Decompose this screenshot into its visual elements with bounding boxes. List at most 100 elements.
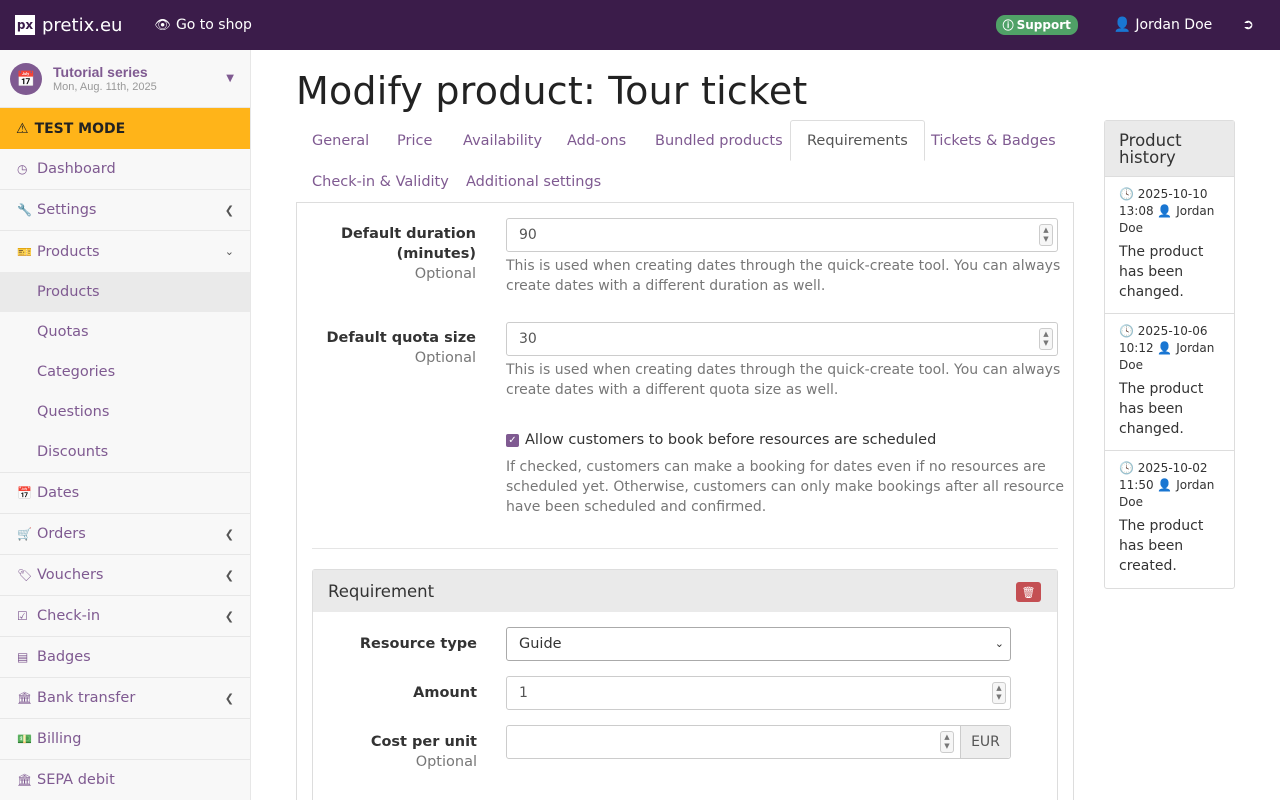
money-icon: 💵 [17,732,32,746]
warning-icon: ⚠ [16,120,29,137]
optional-label: Optional [414,266,476,282]
sidebar-item-label: Settings [37,202,97,218]
requirements-panel: Default duration (minutes) Optional 90 ▲… [296,202,1074,800]
event-date: Mon, Aug. 11th, 2025 [53,81,157,93]
trash-icon: 🗑 [1021,585,1036,599]
tab-price[interactable]: Price [381,120,448,161]
go-to-shop-link[interactable]: 👁 Go to shop [154,17,252,33]
page-title: Modify product: Tour ticket [296,69,808,113]
product-history-title: Product history [1105,121,1234,177]
sidebar-item-sepa[interactable]: 🏛 SEPA debit [0,760,250,800]
sidebar-subitem-quotas[interactable]: Quotas [0,312,250,352]
quota-label: Default quota size Optional [312,328,476,368]
chevron-left-icon: ❮ [224,527,234,541]
sidebar-subitem-questions[interactable]: Questions [0,392,250,432]
logout-icon[interactable]: ➲ [1242,17,1254,33]
sidebar-item-label: Badges [37,649,91,665]
ticket-icon: 🎫 [17,244,32,259]
chevron-left-icon: ❮ [224,203,234,217]
chevron-down-icon: ⌄ [994,637,1004,650]
product-history-panel: Product history 🕓 2025-10-10 13:08 👤 Jor… [1104,120,1235,589]
tab-general[interactable]: General [296,120,385,161]
sidebar-item-label: Bank transfer [37,690,136,706]
cart-icon: 🛒 [17,527,32,541]
sidebar-item-label: Vouchers [37,567,104,583]
test-mode-label: TEST MODE [34,120,126,137]
sidebar-subitem-categories[interactable]: Categories [0,352,250,392]
sidebar-item-dashboard[interactable]: ◷ Dashboard [0,149,250,190]
history-text: The product has been changed. [1119,244,1204,300]
brand-name: pretix.eu [42,14,123,36]
sidebar-item-orders[interactable]: 🛒 Orders ❮ [0,514,250,555]
sidebar-item-products[interactable]: 🎫 Products ⌄ [0,231,250,272]
id-card-icon: ▤ [17,650,29,664]
history-text: The product has been changed. [1119,381,1204,437]
tab-availability[interactable]: Availability [447,120,558,161]
user-icon: 👤 [1157,478,1173,492]
requirement-box: Requirement 🗑 Resource type Guide ⌄ Amou… [312,569,1058,800]
chevron-left-icon: ❮ [224,568,234,582]
duration-help: This is used when creating dates through… [506,258,1061,294]
number-spinner-icon[interactable]: ▲ ▼ [1039,328,1053,350]
tab-checkin-validity[interactable]: Check-in & Validity [296,161,465,202]
caret-down-icon: ▼ [226,73,234,84]
checkbox-checked-icon[interactable]: ✓ [506,433,519,447]
clock-icon: 🕓 [1119,324,1134,338]
currency-addon: EUR [960,726,1010,758]
sidebar-item-billing[interactable]: 💵 Billing [0,719,250,760]
sidebar-item-label: Orders [37,526,86,542]
number-spinner-icon[interactable]: ▲ ▼ [940,731,954,753]
number-spinner-icon[interactable]: ▲ ▼ [1039,224,1053,246]
tab-requirements[interactable]: Requirements [790,120,925,161]
sidebar: 📅 Tutorial series Mon, Aug. 11th, 2025 ▼… [0,50,251,800]
user-name: Jordan Doe [1135,17,1213,33]
sidebar-item-vouchers[interactable]: 🏷 Vouchers ❮ [0,555,250,596]
tab-additional-settings[interactable]: Additional settings [450,161,617,202]
eye-icon: 👁 [154,17,171,33]
test-mode-banner[interactable]: ⚠ TEST MODE [0,108,250,149]
quota-input[interactable]: 30 ▲ ▼ [506,322,1058,356]
amount-input[interactable]: 1 ▲ ▼ [506,676,1011,710]
event-selector[interactable]: 📅 Tutorial series Mon, Aug. 11th, 2025 ▼ [0,50,250,108]
resource-type-label: Resource type [359,636,477,652]
sidebar-item-label: Check-in [37,608,101,624]
support-label: Support [1016,18,1071,32]
sidebar-item-checkin[interactable]: ☑ Check-in ❮ [0,596,250,637]
user-icon: 👤 [1113,17,1132,33]
check-square-icon: ☑ [17,609,28,623]
cost-per-unit-input[interactable]: ▲ ▼ EUR [506,725,1011,759]
history-entry: 🕓 2025-10-10 13:08 👤 Jordan Doe The prod… [1105,177,1234,314]
allow-booking-checkbox-row[interactable]: ✓ Allow customers to book before resourc… [506,432,936,448]
tab-tickets-badges[interactable]: Tickets & Badges [915,120,1072,161]
sidebar-item-label: SEPA debit [37,772,115,788]
calendar-icon: 📅 [17,486,32,500]
pretix-logo-icon: px [15,15,35,35]
top-navbar: px pretix.eu 👁 Go to shop ⓘ Support 👤 Jo… [0,0,1280,50]
sidebar-item-settings[interactable]: 🔧 Settings ❮ [0,190,250,231]
tab-bundled-products[interactable]: Bundled products [639,120,799,161]
sidebar-subitem-discounts[interactable]: Discounts [0,432,250,472]
sidebar-item-badges[interactable]: ▤ Badges [0,637,250,678]
sidebar-item-bank-transfer[interactable]: 🏛 Bank transfer ❮ [0,678,250,719]
allow-booking-label: Allow customers to book before resources… [525,432,937,448]
sidebar-item-label: Dashboard [37,161,116,177]
chevron-down-icon: ⌄ [224,245,234,258]
duration-input[interactable]: 90 ▲ ▼ [506,218,1058,252]
calendar-icon: 📅 [10,62,42,95]
sidebar-item-dates[interactable]: 📅 Dates [0,473,250,514]
tab-addons[interactable]: Add-ons [551,120,642,161]
history-text: The product has been created. [1119,518,1204,574]
resource-type-select[interactable]: Guide ⌄ [506,627,1011,661]
user-icon: 👤 [1157,204,1173,218]
chevron-left-icon: ❮ [224,691,234,705]
user-menu[interactable]: 👤 Jordan Doe [1114,17,1212,33]
sidebar-subitem-products[interactable]: Products [0,272,250,312]
support-badge[interactable]: ⓘ Support [995,15,1078,35]
number-spinner-icon[interactable]: ▲ ▼ [992,682,1006,704]
brand-link[interactable]: px pretix.eu [0,0,122,50]
cost-per-unit-label: Cost per unit Optional [313,732,477,772]
dashboard-icon: ◷ [17,162,28,176]
delete-requirement-button[interactable]: 🗑 [1016,582,1041,602]
tags-icon: 🏷 [17,568,33,582]
products-submenu: Products Quotas Categories Questions Dis… [0,272,250,473]
